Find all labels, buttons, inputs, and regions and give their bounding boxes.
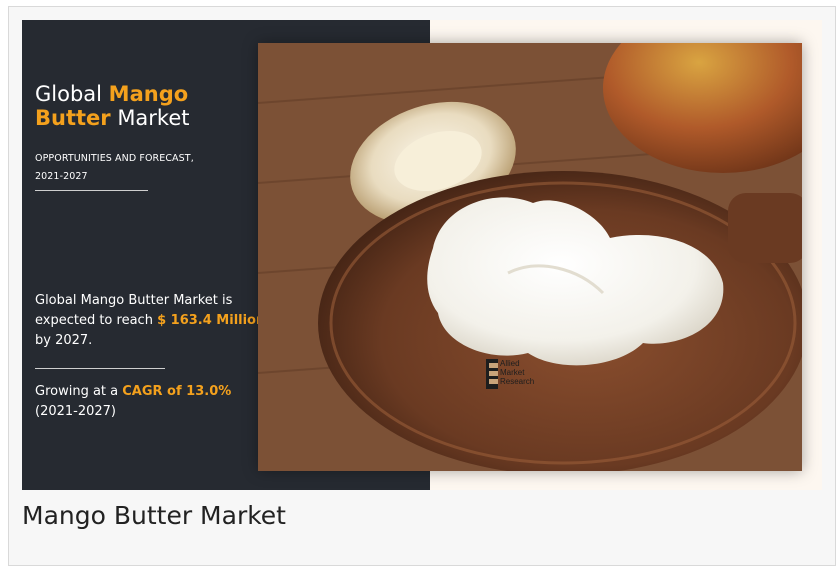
banner-title: Global Mango Butter Market (35, 82, 190, 130)
logo-text: Allied Market Research (500, 359, 534, 386)
stat1-suffix: by 2027. (35, 333, 93, 348)
subtitle-divider (35, 190, 148, 191)
stat2-prefix: Growing at a (35, 384, 123, 399)
logo-icon (486, 359, 498, 389)
title-suffix: Market (110, 106, 190, 130)
image-card: Global Mango Butter Market OPPORTUNITIES… (8, 6, 836, 566)
market-value-statement: Global Mango Butter Market is expected t… (35, 291, 267, 351)
mango-butter-photo (258, 43, 802, 471)
cagr-value: CAGR of 13.0% (122, 384, 232, 399)
title-accent-mango: Mango (108, 82, 189, 106)
market-banner-image[interactable]: Global Mango Butter Market OPPORTUNITIES… (22, 20, 822, 490)
market-value: $ 163.4 Million (157, 313, 266, 328)
image-caption: Mango Butter Market (22, 501, 286, 530)
title-accent-butter: Butter (35, 106, 111, 130)
cagr-period: (2021-2027) (35, 404, 117, 419)
subtitle-line-2: 2021-2027 (35, 171, 88, 182)
allied-market-research-logo: Allied Market Research (486, 359, 548, 393)
cagr-statement: Growing at a CAGR of 13.0% (2021-2027) (35, 382, 267, 422)
photo-illustration (258, 43, 802, 471)
stat-divider (35, 368, 165, 369)
title-prefix: Global (35, 82, 109, 106)
logo-line-2: Market (500, 368, 525, 377)
logo-line-1: Allied (500, 359, 520, 368)
logo-line-3: Research (500, 377, 535, 386)
board-handle (728, 193, 802, 263)
subtitle-line-1: OPPORTUNITIES AND FORECAST, (35, 153, 194, 164)
banner-subtitle: OPPORTUNITIES AND FORECAST, 2021-2027 (35, 150, 194, 186)
